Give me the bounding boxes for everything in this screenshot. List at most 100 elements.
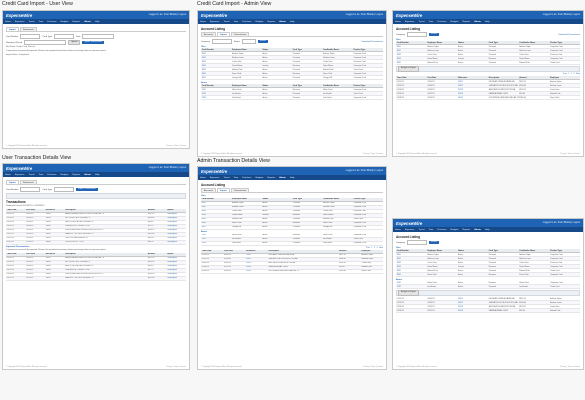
nav-expenses[interactable]: Expenses bbox=[15, 174, 25, 176]
statement-period-input[interactable] bbox=[24, 40, 67, 46]
tab-transactions[interactable]: Transactions bbox=[230, 188, 250, 193]
nav-purchase[interactable]: Purchase bbox=[437, 21, 446, 23]
nav-travel[interactable]: Travel bbox=[28, 21, 34, 23]
user-info[interactable]: Logged in as: Kiran Bhatia | Logout bbox=[346, 13, 383, 16]
pager-1[interactable]: 1 bbox=[371, 247, 372, 249]
table-row[interactable]: 02/06/13 02/07/13 30214 PANERA BREAD #4455 $… bbox=[396, 308, 580, 313]
pager-prev[interactable]: Prev bbox=[366, 247, 370, 249]
tab-import[interactable]: Import bbox=[6, 27, 19, 32]
table-row[interactable]: 3783 Julia Reed Active Personal Julia Reed Co… bbox=[201, 95, 383, 101]
pager-3[interactable]: 3 bbox=[574, 73, 575, 75]
nav-travel[interactable]: Travel bbox=[418, 21, 424, 23]
user-info[interactable]: Logged in as: Kiran Bhatia | Logout bbox=[543, 13, 580, 16]
tab-statements[interactable]: Statements bbox=[19, 27, 37, 32]
tab-accounts[interactable]: Accounts bbox=[201, 188, 216, 193]
nav-budgets[interactable]: Budgets bbox=[60, 174, 68, 176]
table-cell[interactable]: 3783 bbox=[201, 95, 232, 101]
nav-admin[interactable]: Admin bbox=[279, 177, 286, 179]
user-info[interactable]: Logged in as: Kiran Bhatia | Logout bbox=[543, 221, 580, 224]
company-select[interactable] bbox=[211, 39, 232, 45]
table-cell[interactable]: 30215 bbox=[245, 269, 268, 274]
nav-home[interactable]: Home bbox=[200, 21, 206, 23]
date-input[interactable] bbox=[82, 34, 115, 40]
tab-transactions[interactable]: Transactions bbox=[230, 32, 250, 37]
footer-links[interactable]: Privacy | Terms | Contact bbox=[363, 366, 383, 368]
download-link[interactable]: Download Transactions bbox=[361, 41, 383, 43]
table-row[interactable]: 02/08/13 02/09/13 30215 SOUTHWEST AIRLINES … bbox=[201, 269, 383, 274]
table-cell[interactable]: 3783 bbox=[201, 241, 232, 246]
nav-admin[interactable]: Admin bbox=[84, 21, 91, 23]
assign-button[interactable]: Assign to Report bbox=[398, 66, 419, 72]
nav-help[interactable]: Help bbox=[485, 21, 490, 23]
nav-travel[interactable]: Travel bbox=[418, 229, 424, 231]
card-number-input[interactable] bbox=[20, 34, 41, 40]
footer-links[interactable]: Privacy | Terms | Contact bbox=[363, 153, 383, 155]
nav-home[interactable]: Home bbox=[5, 21, 11, 23]
nav-time[interactable]: Time bbox=[38, 174, 43, 176]
nav-reports[interactable]: Reports bbox=[73, 21, 81, 23]
card-type-select[interactable] bbox=[54, 187, 75, 193]
tab-statements[interactable]: Statements bbox=[19, 180, 37, 185]
nav-time[interactable]: Time bbox=[428, 21, 433, 23]
tab-import[interactable]: Import bbox=[6, 180, 19, 185]
table-row[interactable]: 02/11/13 02/12/13 24697 MARRIOTT HOTELS DEN… bbox=[6, 276, 186, 281]
nav-help[interactable]: Help bbox=[485, 229, 490, 231]
pager-prev[interactable]: Prev bbox=[563, 73, 567, 75]
search-button[interactable]: Search bbox=[257, 40, 269, 44]
nav-time[interactable]: Time bbox=[38, 21, 43, 23]
nav-home[interactable]: Home bbox=[5, 174, 11, 176]
table-cell[interactable]: 30215 bbox=[457, 95, 488, 100]
nav-time[interactable]: Time bbox=[233, 21, 238, 23]
user-info[interactable]: Logged in as: Kiran Bhatia | Logout bbox=[149, 13, 186, 16]
search-button[interactable]: Search bbox=[428, 240, 440, 245]
nav-admin[interactable]: Admin bbox=[84, 174, 91, 176]
nav-expenses[interactable]: Expenses bbox=[405, 229, 415, 231]
nav-time[interactable]: Time bbox=[428, 229, 433, 231]
nav-time[interactable]: Time bbox=[233, 177, 238, 179]
table-row[interactable]: 3783 Julia Reed Active Personal Julia Reed Co… bbox=[201, 241, 383, 246]
footer-links[interactable]: Privacy | Terms | Contact bbox=[560, 366, 580, 368]
nav-admin[interactable]: Admin bbox=[474, 229, 481, 231]
pager-next[interactable]: Next bbox=[379, 247, 383, 249]
company-select[interactable] bbox=[406, 240, 427, 245]
card-number-input[interactable] bbox=[20, 187, 41, 193]
table-row[interactable]: 4895 Edward Park Active Personal Edward Park… bbox=[396, 60, 580, 65]
table-cell[interactable]: 30214 bbox=[457, 308, 488, 313]
import-button[interactable]: Import Transactions bbox=[82, 41, 104, 45]
pager-next[interactable]: Next bbox=[576, 73, 580, 75]
nav-reports[interactable]: Reports bbox=[463, 229, 471, 231]
nav-help[interactable]: Help bbox=[95, 174, 100, 176]
pager-2[interactable]: 2 bbox=[571, 73, 572, 75]
nav-expenses[interactable]: Expenses bbox=[405, 21, 415, 23]
company-select[interactable] bbox=[406, 32, 427, 37]
nav-travel[interactable]: Travel bbox=[223, 177, 229, 179]
status-select[interactable] bbox=[241, 39, 256, 45]
table-cell[interactable]: Unassigned bbox=[166, 276, 186, 281]
download-link[interactable]: Download Transactions bbox=[558, 34, 580, 36]
nav-admin[interactable]: Admin bbox=[279, 21, 286, 23]
assign-button[interactable]: Assign to Report bbox=[398, 290, 419, 296]
tab-import[interactable]: Import bbox=[217, 188, 230, 193]
pager-2[interactable]: 2 bbox=[374, 247, 375, 249]
nav-home[interactable]: Home bbox=[200, 177, 206, 179]
nav-budgets[interactable]: Budgets bbox=[255, 21, 263, 23]
nav-purchase[interactable]: Purchase bbox=[242, 21, 251, 23]
nav-help[interactable]: Help bbox=[290, 177, 295, 179]
nav-help[interactable]: Help bbox=[290, 21, 295, 23]
pager-1[interactable]: 1 bbox=[568, 73, 569, 75]
footer-links[interactable]: Privacy | Terms | Contact bbox=[166, 145, 186, 147]
nav-admin[interactable]: Admin bbox=[474, 21, 481, 23]
nav-reports[interactable]: Reports bbox=[463, 21, 471, 23]
table-cell[interactable]: 4896 bbox=[396, 272, 427, 277]
table-row[interactable]: 4897 George Hill Active Personal George Hill… bbox=[201, 75, 383, 81]
table-row[interactable]: 4897 George Hill Active Personal George Hill… bbox=[201, 225, 383, 230]
tab-accounts[interactable]: Accounts bbox=[201, 32, 216, 37]
nav-expenses[interactable]: Expenses bbox=[210, 177, 220, 179]
nav-expenses[interactable]: Expenses bbox=[15, 21, 25, 23]
nav-purchase[interactable]: Purchase bbox=[437, 229, 446, 231]
table-cell[interactable]: 4897 bbox=[201, 225, 232, 230]
nav-reports[interactable]: Reports bbox=[73, 174, 81, 176]
nav-purchase[interactable]: Purchase bbox=[47, 174, 56, 176]
nav-home[interactable]: Home bbox=[395, 229, 401, 231]
nav-expenses[interactable]: Expenses bbox=[210, 21, 220, 23]
